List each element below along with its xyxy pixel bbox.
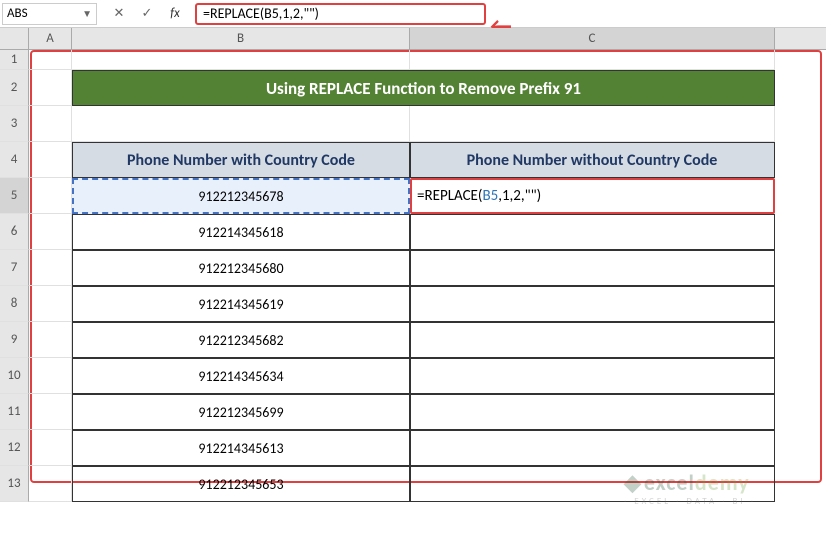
watermark: ◆exceldemy · EXCEL · DATA · BI ·	[624, 469, 756, 507]
row-header-12[interactable]: 12	[0, 430, 29, 466]
cell-B10[interactable]: 912214345634	[72, 358, 410, 394]
watermark-brand-2: demy	[695, 469, 750, 496]
row-header-2[interactable]: 2	[0, 70, 29, 106]
header-C[interactable]: Phone Number without Country Code	[410, 142, 775, 178]
cell-C10[interactable]	[410, 358, 775, 394]
cell-B11[interactable]: 912212345699	[72, 394, 410, 430]
watermark-icon: ◆	[624, 469, 642, 496]
cell-B12[interactable]: 912214345613	[72, 430, 410, 466]
cell-A7[interactable]	[29, 250, 72, 286]
chevron-down-icon[interactable]: ▼	[82, 7, 92, 20]
watermark-tagline: · EXCEL · DATA · BI ·	[624, 496, 756, 507]
row-header-3[interactable]: 3	[0, 106, 29, 142]
cell-A10[interactable]	[29, 358, 72, 394]
cell-B9[interactable]: 912212345682	[72, 322, 410, 358]
cell-B5[interactable]: 912212345678	[72, 178, 410, 214]
header-B[interactable]: Phone Number with Country Code	[72, 142, 410, 178]
cell-B7[interactable]: 912212345680	[72, 250, 410, 286]
formula-prefix: =REPLACE(	[417, 187, 482, 205]
cell-A11[interactable]	[29, 394, 72, 430]
cell-A2[interactable]	[29, 70, 72, 106]
cells-area: Using REPLACE Function to Remove Prefix …	[29, 50, 826, 502]
cell-C6[interactable]	[410, 214, 775, 250]
cell-A6[interactable]	[29, 214, 72, 250]
row-header-11[interactable]: 11	[0, 394, 29, 430]
cell-C7[interactable]	[410, 250, 775, 286]
formula-input[interactable]: =REPLACE(B5,1,2,"")	[195, 3, 486, 25]
cell-C8[interactable]	[410, 286, 775, 322]
cell-C11[interactable]	[410, 394, 775, 430]
col-header-A[interactable]: A	[29, 28, 72, 49]
cell-A8[interactable]	[29, 286, 72, 322]
col-header-C[interactable]: C	[410, 28, 775, 49]
watermark-brand: ◆exceldemy	[624, 469, 756, 496]
row-headers: 1 2 3 4 5 6 7 8 9 10 11 12 13	[0, 50, 29, 502]
cell-C1[interactable]	[410, 50, 775, 70]
cell-C12[interactable]	[410, 430, 775, 466]
fx-icon[interactable]: fx	[167, 6, 183, 22]
formula-bar: ABS ▼ ✕ ✓ fx =REPLACE(B5,1,2,"")	[0, 0, 826, 28]
cell-A4[interactable]	[29, 142, 72, 178]
formula-bar-icons: ✕ ✓ fx	[99, 6, 195, 22]
row-header-9[interactable]: 9	[0, 322, 29, 358]
cell-B6[interactable]: 912214345618	[72, 214, 410, 250]
col-header-B[interactable]: B	[72, 28, 410, 49]
select-all-corner[interactable]	[0, 28, 29, 49]
cell-A5[interactable]	[29, 178, 72, 214]
watermark-brand-1: excel	[644, 469, 695, 496]
cell-C3[interactable]	[410, 106, 775, 142]
row-header-8[interactable]: 8	[0, 286, 29, 322]
row-header-13[interactable]: 13	[0, 466, 29, 502]
cell-C9[interactable]	[410, 322, 775, 358]
formula-ref: B5	[482, 187, 498, 205]
cell-B1[interactable]	[72, 50, 410, 70]
cancel-icon[interactable]: ✕	[111, 6, 127, 22]
row-header-4[interactable]: 4	[0, 142, 29, 178]
title-cell[interactable]: Using REPLACE Function to Remove Prefix …	[72, 70, 775, 106]
row-header-6[interactable]: 6	[0, 214, 29, 250]
cell-B8[interactable]: 912214345619	[72, 286, 410, 322]
name-box[interactable]: ABS ▼	[2, 3, 97, 25]
enter-icon[interactable]: ✓	[139, 6, 155, 22]
cell-C5[interactable]: =REPLACE(B5,1,2,"")	[410, 178, 775, 214]
row-header-5[interactable]: 5	[0, 178, 29, 214]
row-header-10[interactable]: 10	[0, 358, 29, 394]
cell-A12[interactable]	[29, 430, 72, 466]
cell-B3[interactable]	[72, 106, 410, 142]
row-header-7[interactable]: 7	[0, 250, 29, 286]
formula-suffix: ,1,2,"")	[498, 187, 541, 205]
column-headers: A B C	[0, 28, 826, 50]
cell-A1[interactable]	[29, 50, 72, 70]
cell-A9[interactable]	[29, 322, 72, 358]
cell-B13[interactable]: 912212345653	[72, 466, 410, 502]
cell-A13[interactable]	[29, 466, 72, 502]
grid: A B C 1 2 3 4 5 6 7 8 9 10 11 12 13	[0, 28, 826, 502]
cell-A3[interactable]	[29, 106, 72, 142]
name-box-text: ABS	[7, 6, 82, 21]
row-header-1[interactable]: 1	[0, 50, 29, 70]
